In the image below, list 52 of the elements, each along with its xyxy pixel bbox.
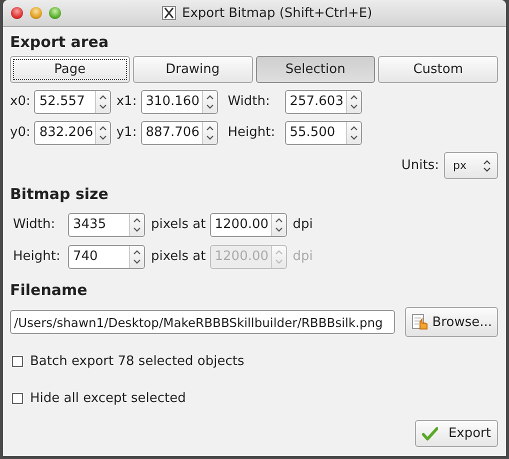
dpi-label: dpi [292, 249, 313, 264]
checkbox-label: Hide all except selected [30, 390, 186, 406]
spin-arrows-icon[interactable] [270, 214, 286, 236]
browse-button[interactable]: Browse... [405, 307, 498, 337]
field-label: Width: [12, 217, 56, 232]
zoom-icon[interactable] [49, 7, 61, 19]
filename-field[interactable]: /Users/shawn1/Desktop/MakeRBBBSkillbuilder/RBBBsilk.png [10, 310, 396, 334]
spin-field[interactable]: 832.206 [34, 120, 112, 144]
window-title: Export Bitmap (Shift+Ctrl+E) [182, 6, 372, 20]
checkbox[interactable] [12, 392, 23, 404]
dpi-label: dpi [292, 217, 313, 232]
field-label: Height: [228, 125, 276, 140]
app-icon [162, 6, 176, 20]
checkmark-icon [422, 426, 438, 442]
spin-field[interactable]: 52.557 [34, 90, 112, 114]
area-toggle-button[interactable]: Selection [256, 56, 376, 83]
field-label: x0: [10, 94, 30, 109]
field-label: x1: [116, 94, 137, 109]
section-heading: Export area [10, 32, 110, 53]
spin-arrows-icon[interactable] [202, 90, 217, 112]
spin-field[interactable]: 55.500 [284, 120, 362, 144]
spin-arrows-icon[interactable] [129, 214, 144, 236]
field-label: y1: [116, 125, 137, 140]
area-toggle-button[interactable]: Page [10, 56, 130, 83]
close-icon[interactable] [11, 7, 23, 19]
units-label: Units: [401, 158, 439, 173]
document-hand-icon [411, 313, 430, 331]
export-button[interactable]: Export [415, 420, 498, 447]
section-heading: Bitmap size [10, 184, 110, 205]
section-heading: Filename [10, 280, 88, 301]
checkbox[interactable] [12, 356, 23, 366]
field-label: Width: [228, 94, 271, 109]
area-toggle-button[interactable]: Custom [378, 56, 498, 83]
spin-arrows-icon[interactable] [202, 122, 217, 144]
field-label: Height: [12, 249, 62, 264]
spin-field[interactable]: 3435 [68, 212, 145, 236]
field-label: y0: [10, 125, 30, 140]
area-toggle-button[interactable]: Drawing [132, 56, 252, 83]
updown-caret-icon [481, 158, 493, 174]
dpi-spin-field[interactable]: 1200.00 [210, 212, 287, 236]
spin-field[interactable]: 310.160 [140, 90, 218, 114]
spin-field[interactable]: 257.603 [284, 90, 362, 114]
units-dropdown[interactable]: px [444, 152, 498, 179]
spin-field[interactable]: 887.706 [140, 120, 218, 144]
spin-arrows-icon[interactable] [95, 90, 110, 112]
spin-arrows-icon[interactable] [95, 122, 110, 144]
spin-arrows-icon[interactable] [346, 122, 361, 144]
spin-arrows-icon[interactable] [346, 90, 361, 112]
pixels-at-label: pixels at [151, 217, 206, 232]
spin-arrows-icon[interactable] [129, 246, 144, 268]
checkbox-label: Batch export 78 selected objects [30, 354, 244, 368]
pixels-at-label: pixels at [151, 249, 206, 264]
